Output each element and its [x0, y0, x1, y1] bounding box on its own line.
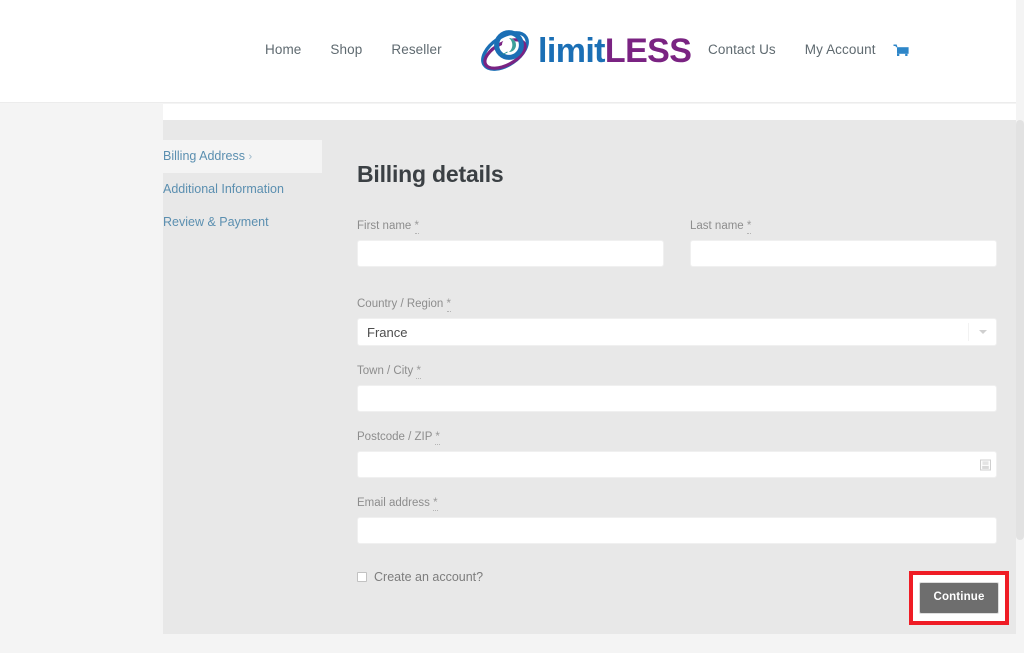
billing-details-form: Billing details First name * Last name *…	[357, 161, 997, 584]
continue-button-annotation-highlight: Continue	[909, 571, 1009, 625]
select-divider	[968, 323, 969, 342]
chevron-right-icon: ›	[248, 151, 253, 163]
vertical-scrollbar-track[interactable]	[1016, 0, 1024, 653]
email-label-text: Email address	[357, 497, 430, 510]
name-field-row: First name * Last name *	[357, 219, 997, 279]
city-input[interactable]	[357, 385, 997, 413]
first-name-label: First name *	[357, 219, 664, 235]
vertical-scrollbar-thumb[interactable]	[1016, 120, 1024, 540]
postcode-input[interactable]	[357, 451, 997, 479]
email-label: Email address *	[357, 496, 997, 512]
page-root: Home Shop Reseller limitLESS Contact Us …	[0, 0, 1024, 653]
last-name-field-group: Last name *	[690, 219, 997, 268]
nav-item-reseller[interactable]: Reseller	[391, 42, 441, 57]
primary-navigation-right: Contact Us My Account	[708, 42, 876, 57]
nav-item-shop[interactable]: Shop	[330, 42, 362, 57]
city-field-group: Town / City *	[357, 364, 997, 413]
email-field-group: Email address *	[357, 496, 997, 544]
required-marker: *	[746, 220, 752, 235]
required-marker: *	[433, 497, 438, 512]
create-account-row: Create an account?	[357, 570, 997, 584]
postcode-label-text: Postcode / ZIP	[357, 431, 433, 444]
nav-item-my-account[interactable]: My Account	[805, 42, 876, 57]
content-top-strip	[163, 104, 1016, 120]
city-label: Town / City *	[357, 364, 997, 380]
required-marker: *	[435, 431, 440, 446]
cart-button[interactable]	[893, 44, 910, 59]
city-label-text: Town / City	[357, 365, 414, 378]
postcode-input-wrapper	[357, 451, 997, 479]
email-input[interactable]	[357, 516, 997, 544]
last-name-label-text: Last name	[690, 220, 744, 233]
continue-button[interactable]: Continue	[919, 582, 999, 614]
postcode-field-group: Postcode / ZIP *	[357, 430, 997, 479]
shopping-cart-icon	[893, 44, 909, 56]
checkout-steps-sidebar: Billing Address › Additional Information…	[163, 140, 322, 239]
country-field-group: Country / Region * France	[357, 297, 997, 347]
nav-item-contact-us[interactable]: Contact Us	[708, 42, 776, 57]
sidebar-item-billing-address[interactable]: Billing Address ›	[163, 140, 322, 174]
create-account-label[interactable]: Create an account?	[374, 570, 483, 584]
required-marker: *	[414, 220, 420, 235]
sidebar-item-billing-address-label: Billing Address	[163, 149, 245, 163]
site-logo[interactable]: limitLESS	[478, 24, 692, 78]
required-marker: *	[416, 365, 421, 380]
sidebar-item-review-payment-label: Review & Payment	[163, 215, 269, 230]
country-label-text: Country / Region	[357, 298, 444, 311]
last-name-input[interactable]	[690, 240, 997, 268]
country-select[interactable]: France	[357, 318, 997, 347]
limitless-swirl-logo-icon	[481, 30, 529, 71]
country-selected-value: France	[367, 324, 408, 340]
primary-navigation-left: Home Shop Reseller	[265, 42, 442, 57]
header-inner: Home Shop Reseller limitLESS Contact Us …	[0, 0, 1024, 102]
site-header: Home Shop Reseller limitLESS Contact Us …	[0, 0, 1024, 103]
sidebar-item-additional-information-label: Additional Information	[163, 182, 284, 197]
first-name-input[interactable]	[357, 240, 664, 268]
create-account-checkbox[interactable]	[357, 571, 367, 582]
postcode-label: Postcode / ZIP *	[357, 430, 997, 446]
sidebar-item-review-payment[interactable]: Review & Payment	[163, 206, 322, 239]
last-name-label: Last name *	[690, 219, 997, 235]
first-name-label-text: First name	[357, 220, 412, 233]
logo-text-less: LESS	[604, 32, 692, 70]
logo-wordmark: limitLESS	[538, 32, 692, 70]
required-marker: *	[446, 298, 451, 313]
country-label: Country / Region *	[357, 297, 997, 313]
first-name-field-group: First name *	[357, 219, 664, 268]
checkout-content-container: Billing Address › Additional Information…	[163, 104, 1016, 634]
sidebar-item-additional-information[interactable]: Additional Information	[163, 173, 322, 206]
logo-text-limit: limit	[538, 32, 606, 70]
page-title: Billing details	[357, 161, 504, 187]
nav-item-home[interactable]: Home	[265, 42, 301, 57]
country-select-wrapper: France	[357, 318, 997, 347]
